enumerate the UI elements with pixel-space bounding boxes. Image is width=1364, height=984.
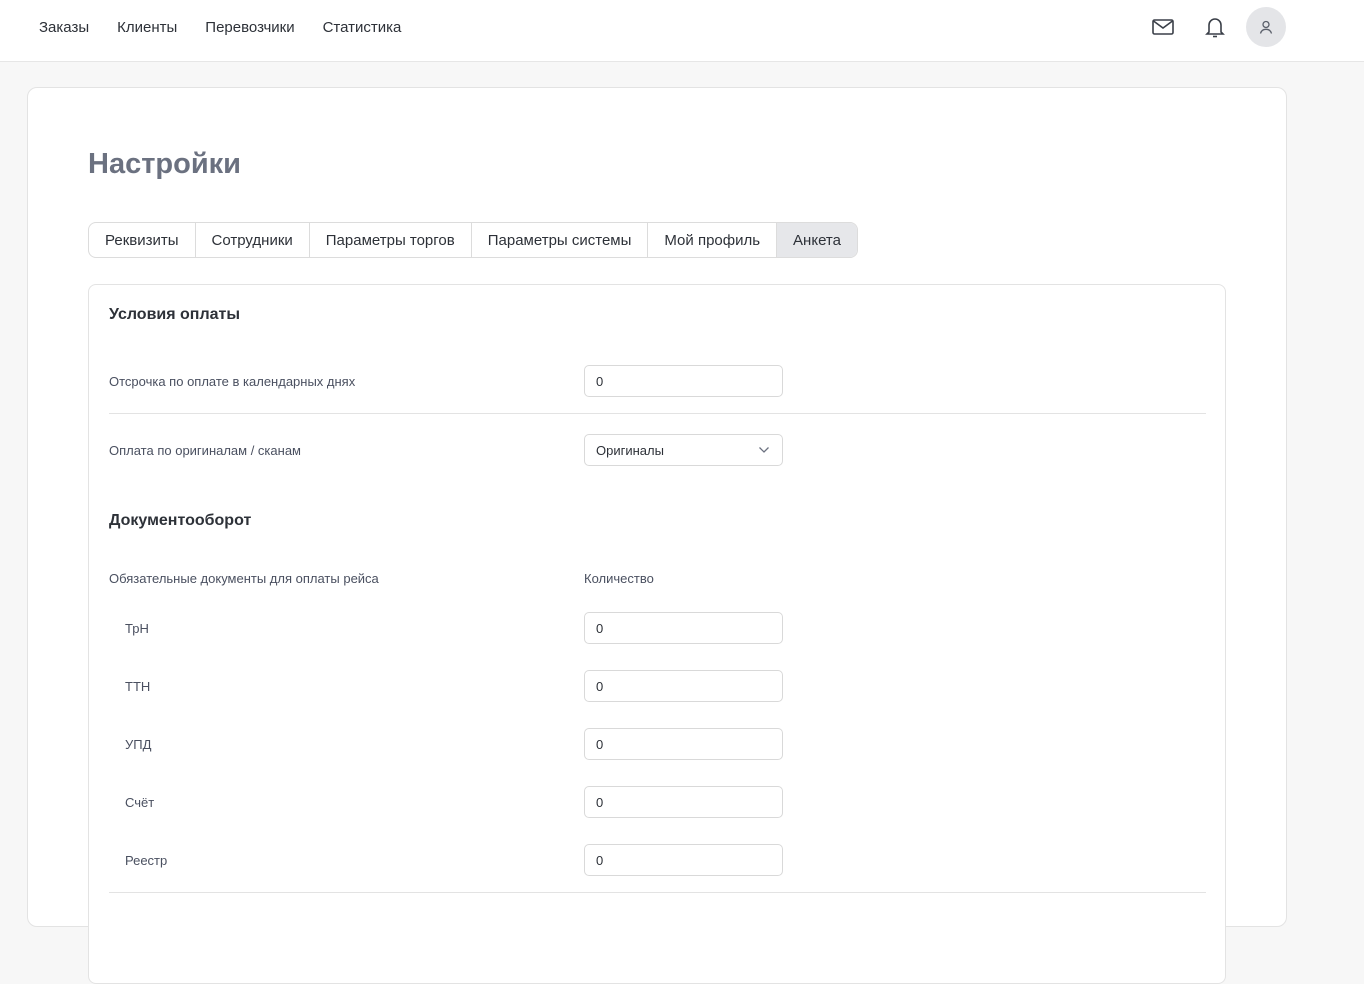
doc-quantity-upd[interactable]	[584, 728, 783, 760]
avatar[interactable]	[1246, 7, 1286, 47]
top-bar: Заказы Клиенты Перевозчики Статистика	[0, 0, 1364, 62]
quantity-column-header: Количество	[584, 571, 654, 586]
tab-questionnaire[interactable]: Анкета	[777, 223, 857, 257]
doc-quantity-trn[interactable]	[584, 612, 783, 644]
docs-section-title: Документооборот	[109, 512, 252, 529]
settings-tabs: Реквизиты Сотрудники Параметры торгов Па…	[88, 222, 858, 258]
doc-label-registry: Реестр	[125, 853, 168, 868]
tab-my-profile[interactable]: Мой профиль	[648, 223, 778, 257]
tab-employees[interactable]: Сотрудники	[196, 223, 310, 257]
nav-item-carriers[interactable]: Перевозчики	[205, 19, 294, 36]
mail-icon[interactable]	[1150, 14, 1176, 40]
divider	[109, 413, 1206, 414]
originals-label: Оплата по оригиналам / сканам	[109, 443, 301, 458]
tab-bidding-params[interactable]: Параметры торгов	[310, 223, 472, 257]
bell-icon[interactable]	[1202, 14, 1228, 40]
doc-label-upd: УПД	[125, 737, 152, 752]
chevron-down-icon	[759, 447, 769, 453]
tab-requisites[interactable]: Реквизиты	[89, 223, 196, 257]
doc-quantity-invoice[interactable]	[584, 786, 783, 818]
doc-label-invoice: Счёт	[125, 795, 155, 810]
page-title: Настройки	[88, 148, 242, 180]
doc-quantity-registry[interactable]	[584, 844, 783, 876]
deferral-label: Отсрочка по оплате в календарных днях	[109, 374, 356, 389]
header-actions	[1150, 7, 1286, 47]
originals-select-value: Оригиналы	[596, 442, 664, 458]
divider	[109, 892, 1206, 893]
nav-item-clients[interactable]: Клиенты	[117, 19, 177, 36]
payment-section-title: Условия оплаты	[109, 306, 241, 323]
required-docs-label: Обязательные документы для оплаты рейса	[109, 571, 379, 586]
doc-quantity-ttn[interactable]	[584, 670, 783, 702]
doc-label-ttn: ТТН	[125, 679, 151, 694]
deferral-input[interactable]	[584, 365, 783, 397]
settings-card: Настройки Реквизиты Сотрудники Параметры…	[27, 87, 1287, 984]
doc-label-trn: ТрН	[125, 621, 149, 636]
main-nav: Заказы Клиенты Перевозчики Статистика	[39, 0, 429, 54]
user-icon	[1259, 20, 1273, 34]
nav-item-orders[interactable]: Заказы	[39, 19, 89, 36]
nav-item-statistics[interactable]: Статистика	[323, 19, 402, 36]
tab-system-params[interactable]: Параметры системы	[472, 223, 649, 257]
questionnaire-panel: Условия оплаты Отсрочка по оплате в кале…	[88, 284, 1226, 984]
originals-select[interactable]: Оригиналы	[584, 434, 783, 466]
